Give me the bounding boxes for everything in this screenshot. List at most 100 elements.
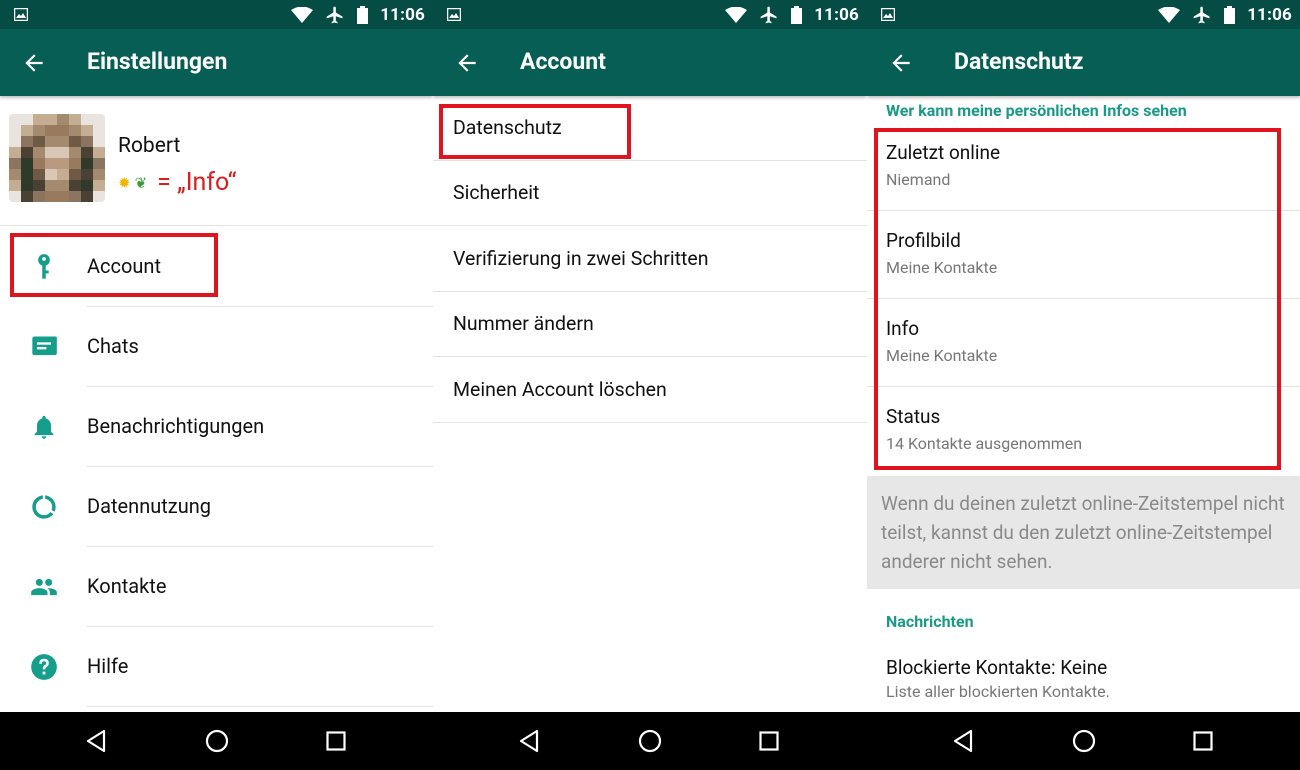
back-arrow-icon[interactable]: [20, 50, 48, 76]
account-item-privacy[interactable]: Datenschutz: [433, 96, 867, 161]
avatar-pixel: [45, 169, 57, 180]
account-item-label: Datenschutz: [453, 116, 562, 139]
avatar-pixel: [33, 191, 45, 202]
privacy-item-profile-photo[interactable]: Profilbild Meine Kontakte: [867, 211, 1300, 299]
system-nav-bar: [867, 712, 1300, 770]
app-bar: Einstellungen: [0, 29, 433, 96]
avatar-pixel: [81, 114, 93, 125]
avatar-pixel: [69, 158, 81, 169]
avatar-pixel: [57, 147, 69, 158]
system-nav-bar: [433, 712, 867, 770]
nav-home-icon[interactable]: [638, 729, 662, 753]
settings-item-notifications[interactable]: Benachrichtigungen: [0, 387, 433, 467]
section-header-messages: Nachrichten: [886, 612, 974, 631]
settings-screen: 11:06 Einstellungen Robert ✹ ❦ = „Info“ …: [0, 0, 433, 770]
avatar[interactable]: [9, 114, 105, 202]
sprout-icon: ❦: [134, 173, 148, 192]
page-title: Einstellungen: [87, 48, 228, 75]
avatar-pixel: [9, 180, 21, 191]
avatar-pixel: [81, 180, 93, 191]
privacy-item-title: Status: [886, 405, 941, 428]
settings-item-label: Kontakte: [87, 574, 167, 598]
avatar-pixel: [33, 125, 45, 136]
nav-back-icon[interactable]: [952, 729, 974, 753]
settings-item-label: Datennutzung: [87, 494, 212, 518]
nav-recents-icon[interactable]: [1193, 731, 1213, 751]
settings-item-label: Hilfe: [87, 654, 129, 678]
status-time: 11:06: [380, 5, 425, 25]
avatar-pixel: [93, 169, 105, 180]
settings-item-contacts[interactable]: Kontakte: [0, 547, 433, 627]
avatar-pixel: [57, 158, 69, 169]
account-item-label: Nummer ändern: [453, 312, 594, 335]
avatar-pixel: [93, 136, 105, 147]
avatar-pixel: [9, 169, 21, 180]
settings-item-help[interactable]: Hilfe: [0, 627, 433, 707]
settings-item-label: Account: [87, 254, 162, 278]
last-seen-info-text: Wenn du deinen zuletzt online-Zeitstempe…: [881, 492, 1285, 573]
nav-recents-icon[interactable]: [759, 731, 779, 751]
status-bar: 11:06: [433, 0, 867, 29]
privacy-item-value: Meine Kontakte: [886, 258, 998, 277]
image-notification-icon: [14, 8, 28, 21]
account-item-delete[interactable]: Meinen Account löschen: [433, 358, 867, 423]
account-item-label: Sicherheit: [453, 181, 540, 204]
wifi-icon: [725, 7, 748, 23]
avatar-pixel: [57, 136, 69, 147]
privacy-item-info[interactable]: Info Meine Kontakte: [867, 299, 1300, 387]
avatar-pixel: [9, 191, 21, 202]
profile-header[interactable]: Robert ✹ ❦ = „Info“: [0, 96, 433, 226]
avatar-pixel: [45, 191, 57, 202]
avatar-pixel: [57, 180, 69, 191]
blocked-contacts-subtitle: Liste aller blockierten Kontakte.: [886, 682, 1110, 701]
avatar-pixel: [9, 147, 21, 158]
status-bar: 11:06: [0, 0, 433, 29]
account-item-two-step[interactable]: Verifizierung in zwei Schritten: [433, 227, 867, 292]
avatar-pixel: [93, 114, 105, 125]
nav-back-icon[interactable]: [85, 729, 107, 753]
blocked-contacts-title: Blockierte Kontakte: Keine: [886, 656, 1108, 679]
key-icon: [38, 254, 50, 279]
avatar-pixel: [33, 114, 45, 125]
account-item-security[interactable]: Sicherheit: [433, 161, 867, 226]
back-arrow-icon[interactable]: [453, 50, 481, 76]
avatar-pixel: [45, 136, 57, 147]
battery-icon: [1224, 6, 1236, 24]
divider: [87, 706, 433, 707]
privacy-item-status[interactable]: Status 14 Kontakte ausgenommen: [867, 387, 1300, 475]
bell-icon: [34, 415, 54, 439]
avatar-pixel: [21, 158, 33, 169]
account-item-change-number[interactable]: Nummer ändern: [433, 292, 867, 357]
privacy-item-title: Profilbild: [886, 229, 961, 252]
nav-home-icon[interactable]: [1072, 729, 1096, 753]
settings-item-label: Benachrichtigungen: [87, 414, 265, 438]
avatar-pixel: [21, 180, 33, 191]
settings-item-account[interactable]: Account: [0, 227, 433, 307]
avatar-pixel: [21, 136, 33, 147]
profile-status-text: = „Info“: [157, 168, 237, 197]
nav-back-icon[interactable]: [518, 729, 540, 753]
avatar-pixel: [45, 147, 57, 158]
account-screen: 11:06 Account Datenschutz Sicherheit Ver…: [433, 0, 867, 770]
privacy-item-last-seen[interactable]: Zuletzt online Niemand: [867, 123, 1300, 211]
nav-home-icon[interactable]: [205, 729, 229, 753]
airplane-icon: [326, 6, 343, 24]
back-arrow-icon[interactable]: [887, 50, 915, 76]
privacy-item-value: 14 Kontakte ausgenommen: [886, 434, 1083, 453]
page-title: Account: [520, 48, 606, 75]
avatar-pixel: [81, 147, 93, 158]
settings-item-chats[interactable]: Chats: [0, 307, 433, 387]
avatar-pixel: [81, 191, 93, 202]
avatar-pixel: [69, 191, 81, 202]
avatar-pixel: [81, 136, 93, 147]
privacy-item-value: Niemand: [886, 170, 951, 189]
settings-item-data-usage[interactable]: Datennutzung: [0, 467, 433, 547]
avatar-pixel: [21, 114, 33, 125]
avatar-pixel: [69, 125, 81, 136]
avatar-pixel: [69, 136, 81, 147]
avatar-pixel: [57, 114, 69, 125]
image-notification-icon: [881, 8, 895, 21]
avatar-pixel: [69, 147, 81, 158]
nav-recents-icon[interactable]: [326, 731, 346, 751]
avatar-pixel: [33, 147, 45, 158]
